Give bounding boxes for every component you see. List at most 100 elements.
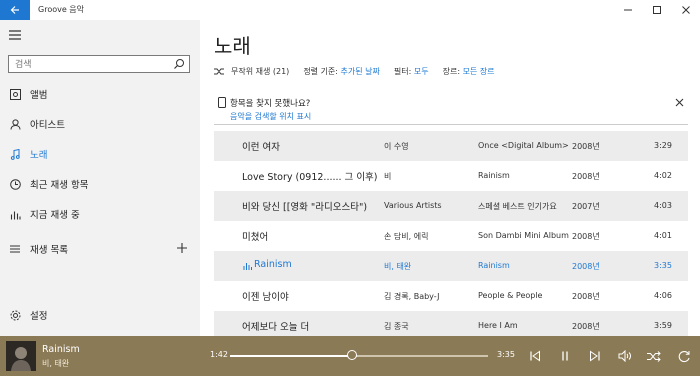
song-duration: 4:02 bbox=[654, 171, 672, 180]
person-icon bbox=[10, 118, 20, 130]
shuffle-all-button[interactable]: 무작위 재생 (21) bbox=[214, 66, 289, 77]
song-artist[interactable]: 손 담비, 에릭 bbox=[384, 231, 474, 242]
show-music-location-link[interactable]: 음악을 검색할 위치 표시 bbox=[230, 111, 311, 122]
song-album[interactable]: Rainism bbox=[478, 261, 570, 270]
song-year: 2008년 bbox=[572, 292, 600, 301]
song-duration: 3:35 bbox=[654, 261, 672, 270]
now-playing-artist[interactable]: 비, 태완 bbox=[42, 358, 69, 369]
total-time: 3:35 bbox=[497, 350, 515, 359]
sidebar-item-artists[interactable]: 아티스트 bbox=[0, 110, 200, 138]
repeat-icon bbox=[678, 350, 690, 362]
table-row-now-playing[interactable]: Rainism 비, 태완 Rainism 2008년 3:35 bbox=[214, 251, 688, 281]
sidebar-item-playlists[interactable]: 재생 목록 bbox=[0, 235, 200, 263]
elapsed-time: 1:42 bbox=[210, 350, 228, 359]
song-artist[interactable]: 김 종국 bbox=[384, 321, 474, 332]
now-playing-title[interactable]: Rainism bbox=[42, 344, 80, 355]
song-year: 2008년 bbox=[572, 172, 600, 181]
dismiss-notice-icon[interactable] bbox=[675, 98, 684, 107]
bars-icon bbox=[10, 211, 21, 219]
sidebar-item-label: 노래 bbox=[30, 150, 48, 161]
table-row[interactable]: 이젠 남이야 김 경록, Baby-J People & People 2008… bbox=[214, 281, 688, 311]
search-input[interactable] bbox=[9, 57, 165, 72]
close-window-button[interactable] bbox=[675, 2, 697, 18]
hamburger-icon bbox=[9, 30, 21, 40]
table-row[interactable]: 미쳤어 손 담비, 에릭 Son Dambi Mini Album 2008년 … bbox=[214, 221, 688, 251]
missing-music-notice: 항목을 찾지 못했나요? 음악을 검색할 위치 표시 bbox=[214, 92, 688, 125]
seek-handle[interactable] bbox=[347, 350, 358, 360]
maximize-button[interactable] bbox=[646, 2, 668, 18]
sidebar-item-now-playing[interactable]: 지금 재생 중 bbox=[0, 200, 200, 228]
filter-dropdown[interactable]: 모두 bbox=[414, 66, 429, 77]
song-artist[interactable]: 김 경록, Baby-J bbox=[384, 291, 474, 302]
now-playing-icon bbox=[243, 263, 252, 270]
song-album[interactable]: People & People bbox=[478, 291, 570, 300]
sidebar-item-albums[interactable]: 앨범 bbox=[0, 80, 200, 108]
history-icon bbox=[9, 178, 21, 190]
seek-bar[interactable] bbox=[230, 355, 488, 357]
song-title: Rainism bbox=[254, 259, 292, 270]
song-artist[interactable]: 이 수영 bbox=[384, 141, 474, 152]
song-album[interactable]: Once <Digital Album> bbox=[478, 141, 570, 150]
menu-button[interactable] bbox=[8, 28, 22, 42]
song-artist[interactable]: Various Artists bbox=[384, 201, 474, 210]
volume-button[interactable] bbox=[616, 347, 634, 365]
music-note-icon bbox=[10, 148, 20, 160]
song-title: 이런 여자 bbox=[242, 142, 280, 153]
close-icon bbox=[682, 6, 690, 14]
next-button[interactable] bbox=[586, 347, 604, 365]
song-list: 이런 여자 이 수영 Once <Digital Album> 2008년 3:… bbox=[214, 131, 688, 341]
song-album[interactable]: Here I Am bbox=[478, 321, 570, 330]
song-year: 2008년 bbox=[572, 322, 600, 331]
back-button[interactable] bbox=[0, 0, 30, 20]
back-arrow-icon bbox=[10, 6, 19, 14]
song-album[interactable]: Son Dambi Mini Album bbox=[478, 231, 570, 240]
song-artist[interactable]: 비, 태완 bbox=[384, 261, 474, 272]
genre-label: 장르: bbox=[442, 67, 461, 76]
add-playlist-icon[interactable] bbox=[176, 242, 188, 254]
playlist-icon bbox=[10, 244, 20, 253]
pause-icon bbox=[562, 351, 568, 361]
sidebar-item-label: 지금 재생 중 bbox=[30, 210, 80, 221]
sort-dropdown[interactable]: 추가된 날짜 bbox=[341, 66, 380, 77]
gear-icon bbox=[10, 310, 20, 320]
song-year: 2007년 bbox=[572, 202, 600, 211]
song-artist[interactable]: 비 bbox=[384, 171, 474, 182]
song-year: 2008년 bbox=[572, 232, 600, 241]
minimize-button[interactable] bbox=[617, 2, 639, 18]
shuffle-label: 무작위 재생 (21) bbox=[231, 67, 290, 76]
song-duration: 4:03 bbox=[654, 201, 672, 210]
song-title: Love Story (0912...... 그 이후) bbox=[242, 172, 378, 183]
next-icon bbox=[590, 350, 600, 362]
shuffle-icon bbox=[214, 68, 224, 75]
sidebar-item-settings[interactable]: 설정 bbox=[0, 301, 200, 329]
album-art-image bbox=[6, 341, 36, 371]
sidebar-item-songs[interactable]: 노래 bbox=[0, 140, 200, 168]
shuffle-button[interactable] bbox=[645, 347, 663, 365]
window-title: Groove 음악 bbox=[38, 5, 85, 14]
repeat-button[interactable] bbox=[675, 347, 693, 365]
sidebar-item-label: 설정 bbox=[30, 311, 48, 322]
sidebar: 앨범 아티스트 노래 최근 재생 항목 지금 재생 중 재생 목록 설정 bbox=[0, 20, 200, 336]
search-box bbox=[8, 55, 190, 73]
table-row[interactable]: 이런 여자 이 수영 Once <Digital Album> 2008년 3:… bbox=[214, 131, 688, 161]
album-icon bbox=[9, 88, 21, 100]
album-art[interactable] bbox=[6, 341, 36, 371]
song-title: 어제보다 오늘 더 bbox=[242, 322, 310, 333]
song-duration: 4:01 bbox=[654, 231, 672, 240]
song-duration: 3:59 bbox=[654, 321, 672, 330]
song-year: 2008년 bbox=[572, 142, 600, 151]
toolbar: 무작위 재생 (21) 정렬 기준: 추가된 날짜 필터: 모두 장르: 모든 … bbox=[214, 66, 495, 77]
sort-label: 정렬 기준: bbox=[303, 67, 338, 76]
search-icon[interactable] bbox=[173, 58, 185, 70]
song-album[interactable]: 스페셜 베스트 인기가요 bbox=[478, 201, 570, 212]
phone-icon bbox=[218, 97, 226, 108]
sidebar-item-label: 재생 목록 bbox=[30, 245, 68, 256]
song-album[interactable]: Rainism bbox=[478, 171, 570, 180]
sidebar-item-recent[interactable]: 최근 재생 항목 bbox=[0, 170, 200, 198]
table-row[interactable]: Love Story (0912...... 그 이후) 비 Rainism 2… bbox=[214, 161, 688, 191]
genre-dropdown[interactable]: 모든 장르 bbox=[463, 66, 495, 77]
table-row[interactable]: 비와 당신 [[영화 "라디오스타") Various Artists 스페셜 … bbox=[214, 191, 688, 221]
song-duration: 3:29 bbox=[654, 141, 672, 150]
pause-button[interactable] bbox=[556, 347, 574, 365]
previous-button[interactable] bbox=[526, 347, 544, 365]
